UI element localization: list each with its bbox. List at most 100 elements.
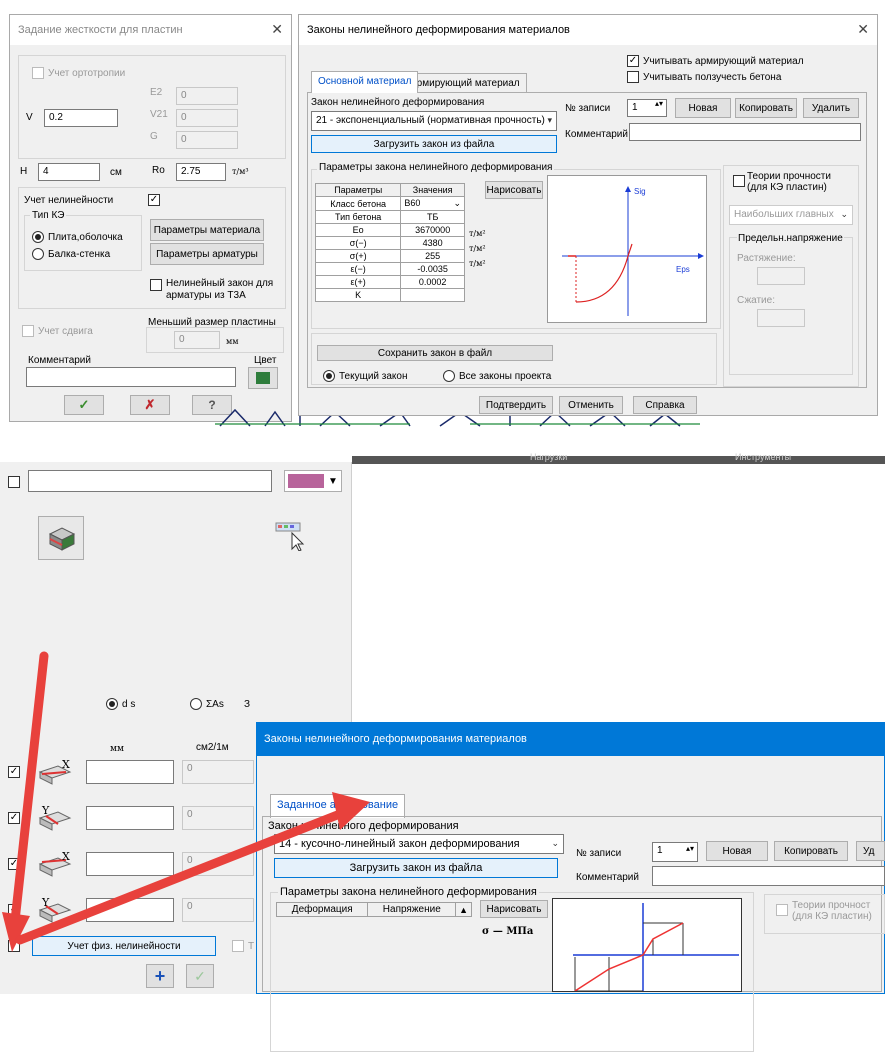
param-value[interactable]: -0.0035 — [400, 262, 465, 276]
add-button[interactable]: + — [146, 964, 174, 988]
tension-input[interactable] — [757, 267, 805, 285]
v-input[interactable]: 0.2 — [44, 109, 118, 127]
consider-rebar-checkbox[interactable]: ✓ — [627, 55, 639, 67]
chevron-down-icon: ▼ — [328, 475, 338, 487]
apply-button[interactable]: ✓ — [186, 964, 214, 988]
nonlinear-laws-dialog: Законы нелинейного деформирования матери… — [298, 14, 878, 416]
param-value[interactable]: 255 — [400, 249, 465, 263]
table-scrollbar[interactable]: ▲ — [455, 902, 472, 917]
save-law-button[interactable]: Сохранить закон в файл — [317, 345, 553, 361]
v-label: V — [26, 112, 33, 123]
table-row[interactable]: Eo 3670000 — [314, 223, 465, 237]
unit-sigma-plus: т/м² — [469, 259, 486, 268]
record-spinner-icon[interactable]: ▴▾ — [655, 99, 663, 108]
param-name: ε(+) — [314, 275, 402, 289]
param-value[interactable]: 4380 — [400, 236, 465, 250]
tab-main-material[interactable]: Основной материал — [311, 71, 419, 93]
law-label: Закон нелинейного деформирования — [311, 97, 485, 108]
ro-input[interactable]: 2.75 — [176, 163, 226, 181]
close-icon[interactable]: ✕ — [271, 21, 283, 38]
param-name: ε(−) — [314, 262, 402, 276]
fe-plate-radio[interactable] — [32, 231, 44, 243]
copy-record-button[interactable]: Копировать — [774, 841, 848, 861]
copy-record-button[interactable]: Копировать — [735, 98, 797, 118]
plate-stiffness-dialog: Задание жесткости для пластин ✕ Учет орт… — [9, 14, 292, 422]
param-value[interactable]: 0.0002 — [400, 275, 465, 289]
comment-input[interactable] — [629, 123, 861, 141]
material-params-button[interactable]: Параметры материала — [150, 219, 264, 241]
help-button[interactable]: Справка — [633, 396, 697, 414]
min-size-input[interactable]: 0 — [174, 331, 220, 349]
delete-record-button[interactable]: Удалить — [803, 98, 859, 118]
orthotropy-label: Учет ортотропии — [48, 68, 126, 79]
unit-sigma-minus: т/м² — [469, 244, 486, 253]
record-spinner-icon[interactable]: ▴▾ — [686, 844, 694, 853]
color-swatch — [256, 372, 270, 384]
consider-creep-checkbox[interactable] — [627, 71, 639, 83]
background-toolbar-strip — [352, 456, 885, 464]
draw-button[interactable]: Нарисовать — [485, 181, 543, 199]
new-record-button[interactable]: Новая — [706, 841, 768, 861]
table-row[interactable]: K — [314, 288, 465, 302]
confirm-button[interactable]: Подтвердить — [479, 396, 553, 414]
table-row[interactable]: Тип бетона ТБ — [314, 210, 465, 224]
top-checkbox[interactable] — [8, 476, 20, 488]
load-law-button[interactable]: Загрузить закон из файла — [311, 135, 557, 153]
comment-input[interactable] — [26, 367, 236, 387]
comment-label: Комментарий — [28, 355, 91, 366]
g-input[interactable]: 0 — [176, 131, 238, 149]
table-row[interactable]: ε(−) -0.0035 — [314, 262, 465, 276]
table-row[interactable]: ε(+) 0.0002 — [314, 275, 465, 289]
rebar-3d-icon-button[interactable] — [38, 516, 84, 560]
chevron-down-icon: ⌄ — [453, 198, 461, 208]
color-button[interactable] — [248, 367, 278, 389]
orthotropy-checkbox[interactable] — [32, 67, 44, 79]
fe-type-group — [24, 215, 142, 271]
law-select-value: 21 - экспоненциальный (нормативная прочн… — [316, 115, 545, 126]
h-input[interactable]: 4 — [38, 163, 100, 181]
cancel-button[interactable]: Отменить — [559, 396, 623, 414]
param-value[interactable]: 3670000 — [400, 223, 465, 237]
tab-rebar-material[interactable]: Армирующий материал — [403, 73, 527, 93]
nonlinear-law-checkbox[interactable] — [150, 279, 162, 291]
table-row[interactable]: σ(−) 4380 — [314, 236, 465, 250]
dialog-title-bar: Законы нелинейного деформирования матери… — [299, 15, 877, 45]
param-name: σ(−) — [314, 236, 402, 250]
dialog-title-bar: Задание жесткости для пластин ✕ — [10, 15, 291, 45]
nonlinear-law-label-2: арматуры из Т3А — [166, 290, 246, 301]
color-swatch — [288, 474, 325, 488]
new-record-button[interactable]: Новая — [675, 98, 731, 118]
fe-type-label: Тип КЭ — [30, 210, 67, 221]
cancel-button[interactable]: ✗ — [130, 395, 170, 415]
delete-record-button[interactable]: Уд — [856, 841, 885, 861]
table-row[interactable]: σ(+) 255 — [314, 249, 465, 263]
comment-label: Комментарий — [576, 872, 639, 883]
v21-input[interactable]: 0 — [176, 109, 238, 127]
fe-wall-radio[interactable] — [32, 248, 44, 260]
select-pointer-button[interactable] — [270, 516, 310, 556]
comment-input[interactable] — [652, 866, 885, 886]
strength-theory-checkbox[interactable] — [733, 175, 745, 187]
strength-theory-checkbox[interactable] — [776, 904, 788, 916]
top-input[interactable] — [28, 470, 272, 492]
e2-label: E2 — [150, 87, 163, 98]
close-icon[interactable]: ✕ — [857, 21, 869, 38]
nonlinear-checkbox[interactable]: ✓ — [148, 194, 160, 206]
all-laws-radio[interactable] — [443, 370, 455, 382]
param-value[interactable] — [400, 288, 465, 302]
compression-input[interactable] — [757, 309, 805, 327]
rebar-params-button[interactable]: Параметры арматуры — [150, 243, 264, 265]
table-row[interactable]: Класс бетона В60 ⌄ — [314, 196, 465, 211]
color-picker-button[interactable]: ▼ — [284, 470, 342, 492]
e2-input[interactable]: 0 — [176, 87, 238, 105]
draw-button[interactable]: Нарисовать — [480, 900, 548, 918]
param-value[interactable]: ТБ — [400, 210, 465, 224]
params-table[interactable]: Параметры Значения Класс бетона В60 ⌄ Тип… — [314, 183, 465, 302]
shear-checkbox[interactable] — [22, 325, 34, 337]
current-law-radio[interactable] — [323, 370, 335, 382]
theory-select[interactable]: Наибольших главных ⌄ — [729, 205, 853, 225]
law-select[interactable]: 21 - экспоненциальный (нормативная прочн… — [311, 111, 557, 131]
ro-unit: т/м³ — [232, 167, 249, 176]
ok-button[interactable]: ✓ — [64, 395, 104, 415]
param-value[interactable]: В60 ⌄ — [400, 196, 465, 211]
